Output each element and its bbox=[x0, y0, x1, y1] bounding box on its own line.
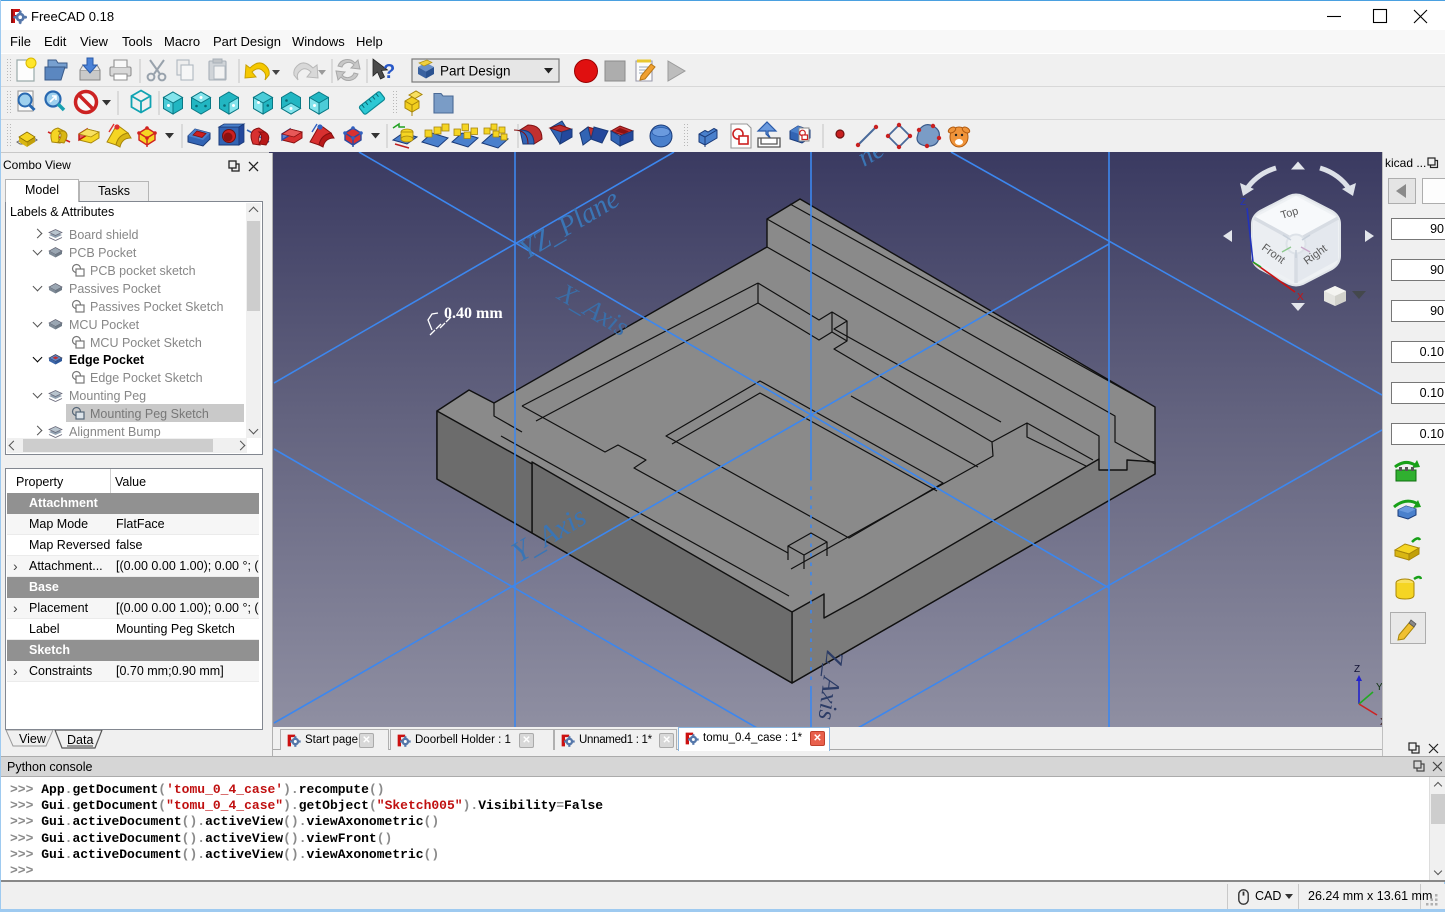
svg-text:X: X bbox=[1297, 292, 1304, 303]
svg-text:Data: Data bbox=[67, 733, 93, 747]
svg-text:Part Design: Part Design bbox=[440, 64, 511, 79]
svg-text:0.40 mm: 0.40 mm bbox=[444, 305, 503, 322]
svg-text:Z: Z bbox=[1354, 664, 1360, 675]
svg-text:?: ? bbox=[383, 61, 395, 83]
svg-text:Z: Z bbox=[1240, 197, 1246, 208]
svg-text:View: View bbox=[19, 732, 47, 746]
